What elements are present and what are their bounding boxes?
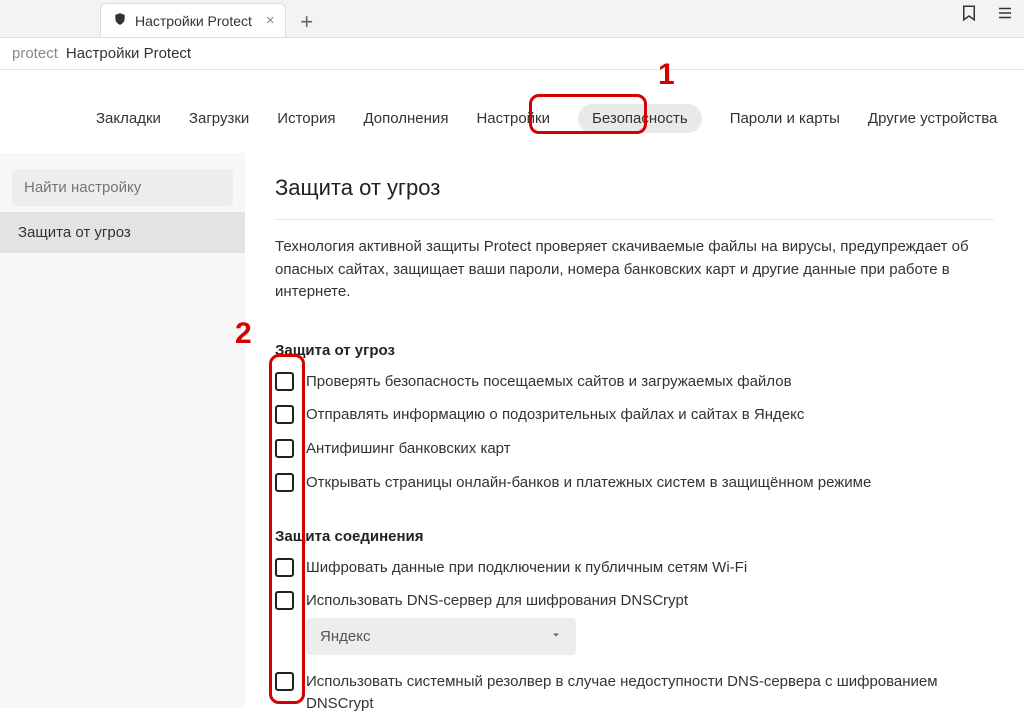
nav-passwords[interactable]: Пароли и карты <box>730 110 840 127</box>
page-description: Технология активной защиты Protect прове… <box>275 236 975 304</box>
annotation-1: 1 <box>658 58 675 92</box>
option-row: Открывать страницы онлайн-банков и плате… <box>275 472 994 494</box>
group-threats: Защита от угроз Проверять безопасность п… <box>275 342 994 494</box>
group-connection-title: Защита соединения <box>275 528 994 545</box>
nav-addons[interactable]: Дополнения <box>363 110 448 127</box>
option-row: Использовать DNS-сервер для шифрования D… <box>275 590 994 612</box>
option-row: Антифишинг банковских карт <box>275 438 994 460</box>
option-row: Использовать системный резолвер в случае… <box>275 671 994 715</box>
option-label: Отправлять информацию о подозрительных ф… <box>306 404 804 426</box>
content: Защита от угроз Технология активной защи… <box>245 153 1024 708</box>
option-label: Открывать страницы онлайн-банков и плате… <box>306 472 871 494</box>
page-title: Защита от угроз <box>275 175 994 220</box>
main-area: Защита от угроз Защита от угроз Технолог… <box>0 153 1024 708</box>
dnscrypt-selected-label: Яндекс <box>320 628 370 645</box>
nav-bookmarks[interactable]: Закладки <box>96 110 161 127</box>
option-label: Антифишинг банковских карт <box>306 438 511 460</box>
browser-tab[interactable]: Настройки Protect × <box>100 3 286 37</box>
option-label: Проверять безопасность посещаемых сайтов… <box>306 371 792 393</box>
menu-icon[interactable] <box>996 4 1014 26</box>
option-row: Отправлять информацию о подозрительных ф… <box>275 404 994 426</box>
nav-downloads[interactable]: Загрузки <box>189 110 249 127</box>
shield-icon <box>113 12 127 29</box>
sidebar-item-threats[interactable]: Защита от угроз <box>0 212 245 253</box>
option-label: Использовать DNS-сервер для шифрования D… <box>306 590 688 612</box>
option-row: Шифровать данные при подключении к публи… <box>275 557 994 579</box>
chevron-down-icon <box>550 628 562 645</box>
group-connection: Защита соединения Шифровать данные при п… <box>275 528 994 715</box>
option-row: Проверять безопасность посещаемых сайтов… <box>275 371 994 393</box>
annotation-box-2 <box>269 354 305 704</box>
bookmarks-flag-icon[interactable] <box>960 4 978 26</box>
close-icon[interactable]: × <box>266 12 275 29</box>
dnscrypt-server-select[interactable]: Яндекс <box>306 618 576 655</box>
addr-scheme: protect <box>12 45 58 62</box>
option-label: Использовать системный резолвер в случае… <box>306 671 994 715</box>
new-tab-button[interactable]: + <box>292 7 322 37</box>
nav-devices[interactable]: Другие устройства <box>868 110 997 127</box>
toolbar-right <box>960 4 1014 26</box>
search-box <box>12 169 233 206</box>
address-bar[interactable]: protect Настройки Protect <box>0 38 1024 70</box>
option-label: Шифровать данные при подключении к публи… <box>306 557 747 579</box>
nav-history[interactable]: История <box>277 110 335 127</box>
settings-nav: Закладки Загрузки История Дополнения Нас… <box>0 70 1024 153</box>
tab-strip: Настройки Protect × + <box>0 0 1024 38</box>
tab-title: Настройки Protect <box>135 13 252 29</box>
annotation-box-1 <box>529 94 647 134</box>
annotation-2: 2 <box>235 317 252 351</box>
sidebar: Защита от угроз <box>0 153 245 708</box>
group-threats-title: Защита от угроз <box>275 342 994 359</box>
addr-title: Настройки Protect <box>66 45 191 62</box>
search-input[interactable] <box>12 169 233 206</box>
